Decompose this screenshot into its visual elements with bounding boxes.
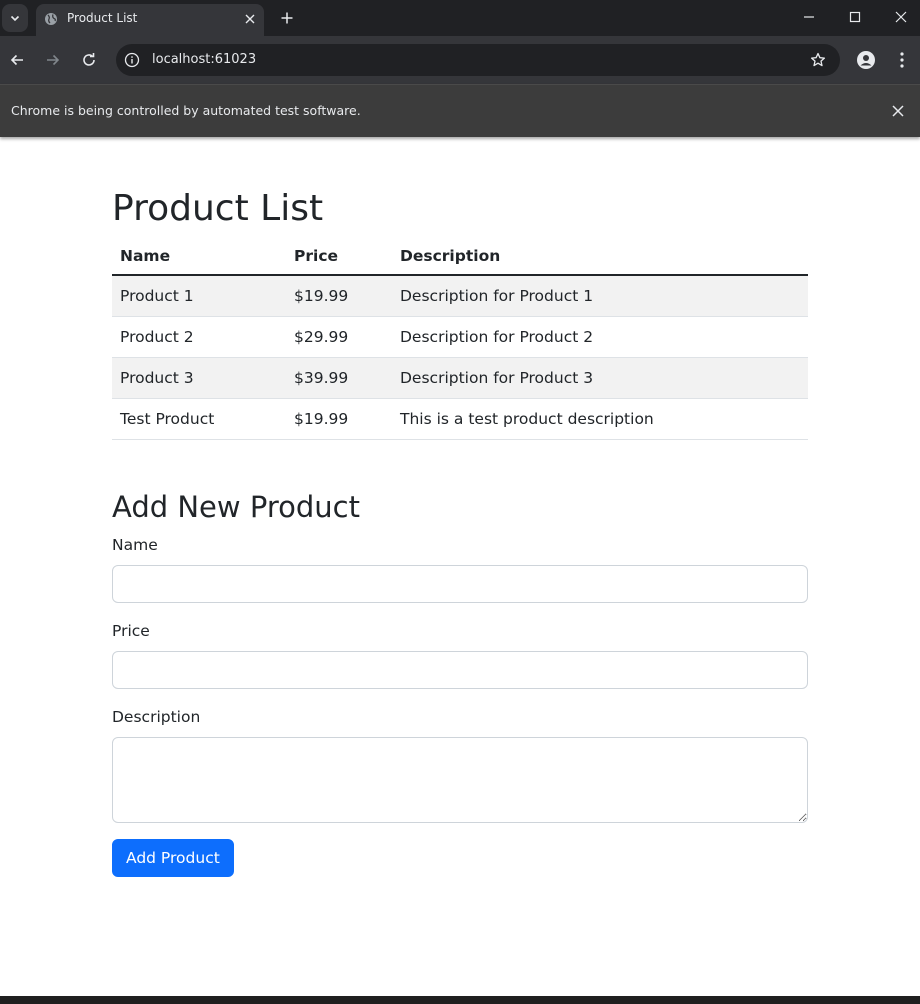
infobar-close-button[interactable] xyxy=(888,101,908,121)
table-header-row: Name Price Description xyxy=(112,237,808,276)
table-row: Product 3 $39.99 Description for Product… xyxy=(112,357,808,399)
taskbar-edge xyxy=(0,996,920,1004)
product-price-cell: $19.99 xyxy=(286,398,392,440)
maximize-button[interactable] xyxy=(843,6,867,28)
site-info-button[interactable] xyxy=(122,50,142,70)
product-name-cell: Test Product xyxy=(112,398,286,440)
close-icon xyxy=(892,105,904,117)
product-price-cell: $19.99 xyxy=(286,275,392,317)
table-row: Product 1 $19.99 Description for Product… xyxy=(112,275,808,317)
plus-icon xyxy=(281,12,293,24)
infobar-message: Chrome is being controlled by automated … xyxy=(11,103,361,118)
product-table: Name Price Description Product 1 $19.99 … xyxy=(112,237,808,440)
price-label: Price xyxy=(112,622,150,640)
product-description-cell: This is a test product description xyxy=(392,398,808,440)
name-label: Name xyxy=(112,536,158,554)
product-description-cell: Description for Product 3 xyxy=(392,357,808,399)
address-bar[interactable]: localhost:61023 xyxy=(116,44,840,76)
globe-icon xyxy=(45,13,57,25)
product-name-cell: Product 2 xyxy=(112,316,286,358)
url-text: localhost:61023 xyxy=(152,52,257,67)
table-row: Product 2 $29.99 Description for Product… xyxy=(112,316,808,358)
browser-menu-button[interactable] xyxy=(891,48,913,72)
forward-button[interactable] xyxy=(41,48,65,72)
column-header-price: Price xyxy=(286,237,392,276)
back-button[interactable] xyxy=(5,48,29,72)
add-product-heading: Add New Product xyxy=(112,490,360,524)
minimize-button[interactable] xyxy=(797,6,821,28)
star-icon xyxy=(810,52,826,67)
window-close-button[interactable] xyxy=(889,6,913,28)
product-description-cell: Description for Product 2 xyxy=(392,316,808,358)
new-tab-button[interactable] xyxy=(276,7,298,29)
automation-infobar: Chrome is being controlled by automated … xyxy=(0,84,920,137)
table-row: Test Product $19.99 This is a test produ… xyxy=(112,398,808,440)
product-price-cell: $39.99 xyxy=(286,357,392,399)
chevron-down-icon xyxy=(10,15,20,22)
product-name-cell: Product 1 xyxy=(112,275,286,317)
name-input[interactable] xyxy=(112,565,808,603)
product-name-cell: Product 3 xyxy=(112,357,286,399)
column-header-name: Name xyxy=(112,237,286,276)
tab-search-button[interactable] xyxy=(2,4,28,32)
product-description-cell: Description for Product 1 xyxy=(392,275,808,317)
tab-title: Product List xyxy=(67,11,138,25)
browser-toolbar: localhost:61023 xyxy=(0,36,920,84)
arrow-right-icon xyxy=(47,54,60,66)
product-price-cell: $29.99 xyxy=(286,316,392,358)
close-icon xyxy=(895,11,907,23)
info-icon xyxy=(124,52,140,68)
profile-button[interactable] xyxy=(854,48,878,72)
browser-tab[interactable]: Product List xyxy=(36,4,264,36)
bookmark-button[interactable] xyxy=(808,50,828,70)
description-textarea[interactable] xyxy=(112,737,808,823)
tab-close-button[interactable] xyxy=(242,11,258,27)
maximize-icon xyxy=(849,11,861,23)
column-header-description: Description xyxy=(392,237,808,276)
add-product-button[interactable]: Add Product xyxy=(112,839,234,877)
price-input[interactable] xyxy=(112,651,808,689)
minimize-icon xyxy=(804,16,814,18)
description-label: Description xyxy=(112,708,201,726)
close-icon xyxy=(245,14,255,24)
arrow-left-icon xyxy=(10,54,23,66)
reload-button[interactable] xyxy=(77,48,101,72)
more-vertical-icon xyxy=(900,52,904,68)
browser-tabstrip: Product List xyxy=(0,0,920,36)
avatar-icon xyxy=(857,51,875,69)
reload-icon xyxy=(83,53,95,66)
page-title: Product List xyxy=(112,188,324,229)
